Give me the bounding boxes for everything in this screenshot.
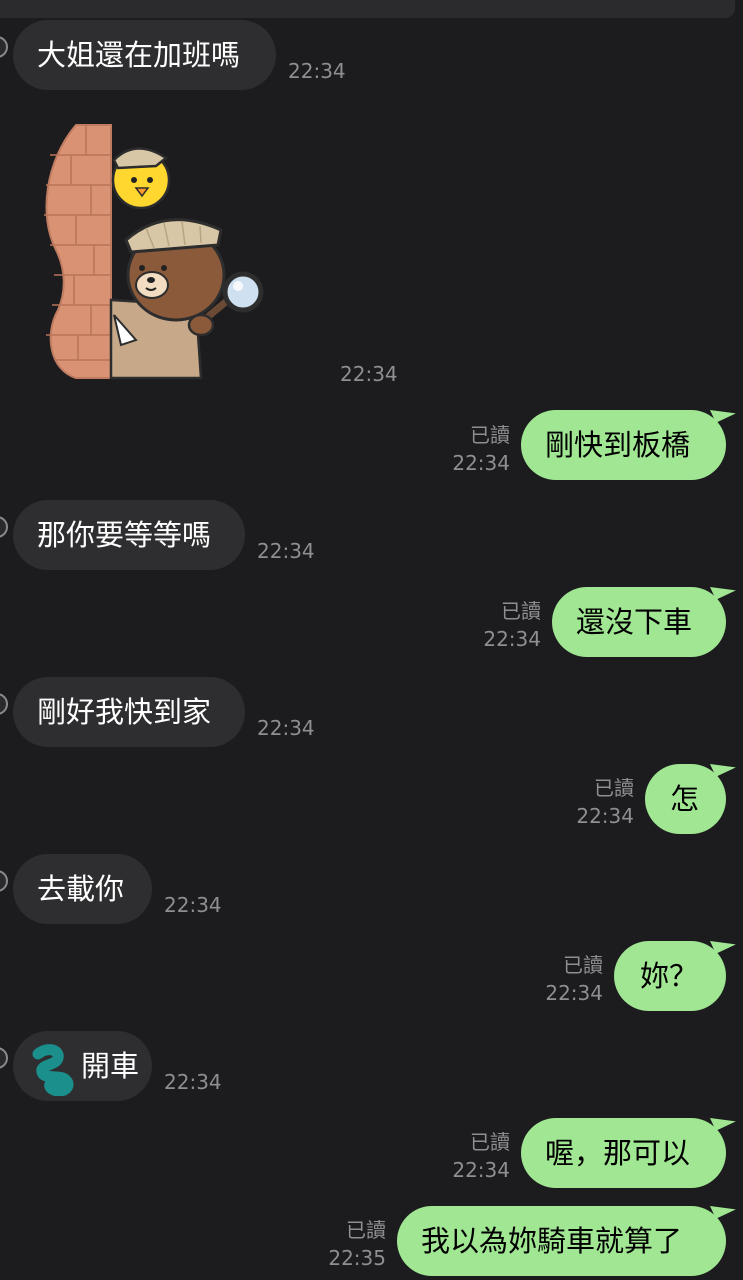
message-time: 22:34 bbox=[452, 1158, 510, 1182]
message-meta: 已讀 22:34 bbox=[452, 1128, 510, 1184]
avatar[interactable] bbox=[0, 516, 8, 538]
outgoing-message-bubble[interactable]: 還沒下車 bbox=[552, 587, 726, 657]
message-text: 開車 bbox=[81, 1049, 140, 1083]
outgoing-message-bubble[interactable]: 剛快到板橋 bbox=[521, 410, 726, 480]
message-time: 22:34 bbox=[257, 539, 315, 563]
outgoing-message-bubble[interactable]: 喔，那可以 bbox=[521, 1118, 726, 1188]
message-text: 大姐還在加班嗎 bbox=[37, 38, 241, 72]
outgoing-message-bubble[interactable]: 我以為妳騎車就算了 bbox=[397, 1206, 726, 1276]
message-time: 22:34 bbox=[288, 59, 346, 83]
message-text: 去載你 bbox=[37, 872, 125, 906]
message-time: 22:34 bbox=[483, 627, 541, 651]
message-time: 22:34 bbox=[164, 893, 222, 917]
read-receipt: 已讀 bbox=[563, 953, 603, 977]
message-text: 妳？ bbox=[640, 959, 699, 993]
detective-bear-sticker[interactable] bbox=[36, 120, 271, 385]
message-text: 剛好我快到家 bbox=[37, 695, 212, 729]
avatar[interactable] bbox=[0, 36, 8, 58]
top-bar bbox=[0, 0, 735, 18]
message-time: 22:34 bbox=[257, 716, 315, 740]
incoming-message-bubble[interactable]: 那你要等等嗎 bbox=[13, 500, 245, 570]
read-receipt: 已讀 bbox=[501, 599, 541, 623]
message-meta: 已讀 22:35 bbox=[328, 1216, 386, 1272]
message-text: 那你要等等嗎 bbox=[37, 518, 212, 552]
read-receipt: 已讀 bbox=[470, 423, 510, 447]
message-time: 22:34 bbox=[545, 981, 603, 1005]
chat-screen: 大姐還在加班嗎 22:34 22:34 已讀 22:34 剛快到板橋 那你要等等… bbox=[0, 0, 743, 1280]
outgoing-message-bubble[interactable]: 妳？ bbox=[614, 941, 726, 1011]
avatar[interactable] bbox=[0, 870, 8, 892]
message-time: 22:34 bbox=[576, 804, 634, 828]
message-meta: 已讀 22:34 bbox=[545, 951, 603, 1007]
message-time: 22:34 bbox=[340, 362, 398, 386]
message-text: 剛快到板橋 bbox=[545, 428, 691, 462]
read-receipt: 已讀 bbox=[470, 1130, 510, 1154]
avatar[interactable] bbox=[0, 693, 8, 715]
incoming-message-bubble[interactable]: 大姐還在加班嗎 bbox=[13, 20, 276, 90]
incoming-message-bubble[interactable]: 剛好我快到家 bbox=[13, 677, 245, 747]
message-text: 還沒下車 bbox=[576, 605, 693, 639]
message-meta: 已讀 22:34 bbox=[576, 774, 634, 830]
read-receipt: 已讀 bbox=[346, 1218, 386, 1242]
avatar[interactable] bbox=[0, 1047, 8, 1069]
message-text: 喔，那可以 bbox=[545, 1136, 691, 1170]
message-text: 我以為妳騎車就算了 bbox=[421, 1224, 683, 1258]
scribble-mark bbox=[32, 1044, 74, 1096]
message-time: 22:35 bbox=[328, 1246, 386, 1270]
message-meta: 已讀 22:34 bbox=[452, 421, 510, 477]
read-receipt: 已讀 bbox=[594, 776, 634, 800]
message-time: 22:34 bbox=[452, 451, 510, 475]
message-text: 怎 bbox=[670, 782, 700, 816]
message-meta: 已讀 22:34 bbox=[483, 597, 541, 653]
message-time: 22:34 bbox=[164, 1070, 222, 1094]
outgoing-message-bubble[interactable]: 怎 bbox=[645, 764, 726, 834]
incoming-message-bubble[interactable]: 去載你 bbox=[13, 854, 152, 924]
